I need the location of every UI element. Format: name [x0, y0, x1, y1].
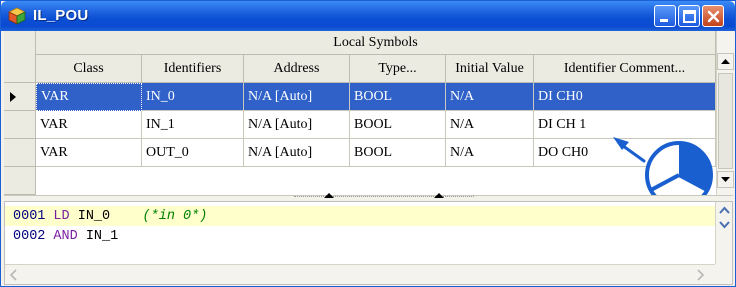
operand: IN_0	[77, 208, 111, 224]
cell-address[interactable]: N/A [Auto]	[244, 111, 350, 139]
editor-horizontal-scrollbar[interactable]	[5, 264, 715, 284]
scroll-down-arrow-icon	[721, 177, 730, 182]
cell-type[interactable]: BOOL	[350, 111, 446, 139]
grid-corner	[4, 31, 36, 83]
window-title: IL_POU	[33, 7, 89, 24]
local-symbols-panel: Local Symbols Class Identifiers Address …	[4, 31, 734, 209]
cell-address[interactable]: N/A [Auto]	[244, 139, 350, 167]
editor-vertical-scrollbar[interactable]	[715, 202, 732, 264]
band-header-local-symbols: Local Symbols	[36, 31, 716, 55]
row-header[interactable]	[4, 111, 36, 139]
scroll-down-arrow-icon[interactable]	[719, 220, 730, 229]
instruction-keyword: LD	[53, 208, 70, 224]
line-number: 0002	[13, 228, 46, 244]
title-bar[interactable]: IL_POU	[1, 1, 735, 31]
cell-class[interactable]: VAR	[36, 139, 142, 167]
column-header-identifier-comment[interactable]: Identifier Comment...	[534, 55, 716, 83]
cell-identifier[interactable]: OUT_0	[142, 139, 244, 167]
scroll-down-button[interactable]	[717, 171, 734, 188]
scroll-left-arrow-icon[interactable]	[9, 269, 19, 281]
scroll-up-arrow-icon	[721, 59, 730, 64]
minimize-icon	[660, 19, 668, 22]
column-header-identifiers[interactable]: Identifiers	[142, 55, 244, 83]
cell-identifier[interactable]: IN_0	[142, 83, 244, 111]
il-code-editor[interactable]: 0001 LD IN_0 (*in 0*) 0002 AND IN_1	[4, 201, 733, 285]
instruction-keyword: AND	[53, 228, 78, 244]
scroll-up-arrow-icon[interactable]	[719, 206, 730, 215]
splitter-up-arrow-icon	[324, 193, 334, 198]
cell-address[interactable]: N/A [Auto]	[244, 83, 350, 111]
cell-initial-value[interactable]: N/A	[446, 139, 534, 167]
il-pou-window: IL_POU Local Symbols Class Identifiers A…	[0, 0, 736, 287]
row-header[interactable]	[4, 139, 36, 167]
cell-class[interactable]: VAR	[36, 111, 142, 139]
code-comment: (*in 0*)	[142, 208, 208, 224]
cell-type[interactable]: BOOL	[350, 83, 446, 111]
cell-initial-value[interactable]: N/A	[446, 111, 534, 139]
pou-cube-icon	[8, 7, 26, 25]
close-button[interactable]	[702, 5, 724, 27]
scroll-right-arrow-icon[interactable]	[695, 269, 705, 281]
column-header-initial-value[interactable]: Initial Value	[446, 55, 534, 83]
column-header-address[interactable]: Address	[244, 55, 350, 83]
current-row-arrow-icon	[10, 92, 16, 102]
maximize-button[interactable]	[678, 5, 700, 27]
cell-identifier[interactable]: IN_1	[142, 111, 244, 139]
cell-type[interactable]: BOOL	[350, 139, 446, 167]
scroll-up-button[interactable]	[717, 53, 734, 70]
column-header-type[interactable]: Type...	[350, 55, 446, 83]
scrollbar-corner	[715, 264, 732, 284]
cell-identifier-comment[interactable]: DI CH0	[534, 83, 716, 111]
minimize-button[interactable]	[654, 5, 676, 27]
cell-initial-value[interactable]: N/A	[446, 83, 534, 111]
operand: IN_1	[85, 228, 119, 244]
close-icon	[707, 10, 720, 23]
column-header-class[interactable]: Class	[36, 55, 142, 83]
maximize-icon	[683, 10, 696, 23]
row-header[interactable]	[4, 83, 36, 111]
code-line[interactable]: 0001 LD IN_0 (*in 0*)	[5, 206, 715, 226]
line-number: 0001	[13, 208, 46, 224]
row-header[interactable]	[4, 167, 36, 195]
splitter-up-arrow-icon	[434, 193, 444, 198]
scroll-thumb[interactable]	[718, 73, 733, 169]
code-line[interactable]: 0002 AND IN_1	[5, 226, 715, 246]
cell-class[interactable]: VAR	[36, 83, 142, 111]
